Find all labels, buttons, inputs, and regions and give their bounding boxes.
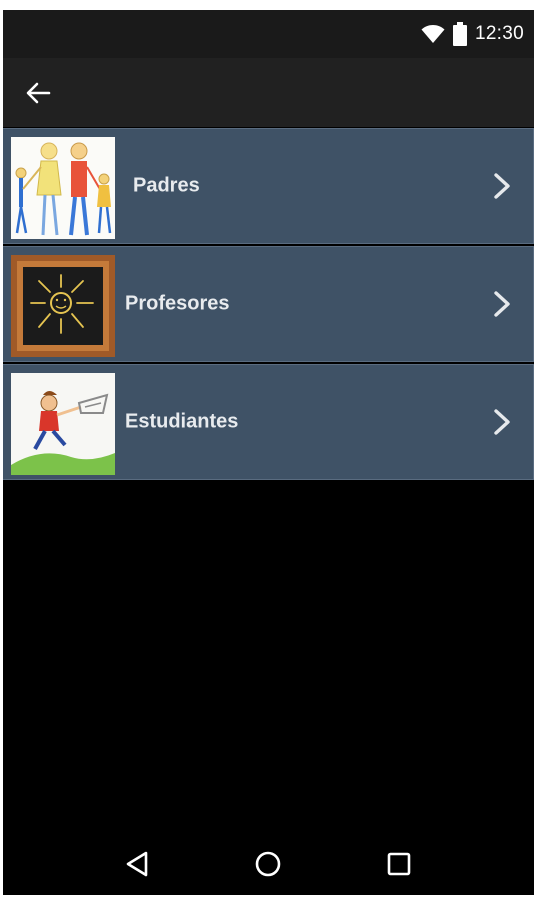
app-bar <box>3 58 534 127</box>
menu-item-label: Padres <box>133 174 200 197</box>
chevron-right-icon <box>494 291 510 317</box>
menu-item-profesores[interactable]: Profesores <box>3 246 534 362</box>
status-bar: 12:30 <box>3 10 534 58</box>
arrow-left-icon <box>26 82 51 104</box>
system-navigation-bar <box>3 832 534 895</box>
running-student-image <box>11 373 115 475</box>
chevron-right-icon <box>494 173 510 199</box>
recents-square-icon <box>387 852 411 875</box>
phone-screen: 12:30 Padres Profesores Estudiantes <box>3 10 534 895</box>
menu-item-padres[interactable]: Padres <box>3 128 534 244</box>
clock: 12:30 <box>474 23 524 44</box>
chevron-right-icon <box>494 409 510 435</box>
menu-item-estudiantes[interactable]: Estudiantes <box>3 364 534 480</box>
back-triangle-icon <box>126 851 148 876</box>
family-drawing-image <box>11 137 115 239</box>
nav-back-button[interactable] <box>118 844 158 884</box>
menu-list: Padres Profesores Estudiantes <box>3 128 534 482</box>
home-circle-icon <box>256 851 281 876</box>
back-arrow-button[interactable] <box>21 76 55 110</box>
screenshot-top-margin <box>0 0 540 10</box>
chalkboard-sun-image <box>11 255 115 357</box>
status-icons: 12:30 <box>421 21 524 47</box>
menu-item-label: Estudiantes <box>125 410 239 433</box>
nav-recents-button[interactable] <box>379 844 419 884</box>
battery-icon <box>452 22 467 46</box>
menu-item-label: Profesores <box>125 292 230 315</box>
wifi-icon <box>421 25 445 43</box>
nav-home-button[interactable] <box>248 844 288 884</box>
